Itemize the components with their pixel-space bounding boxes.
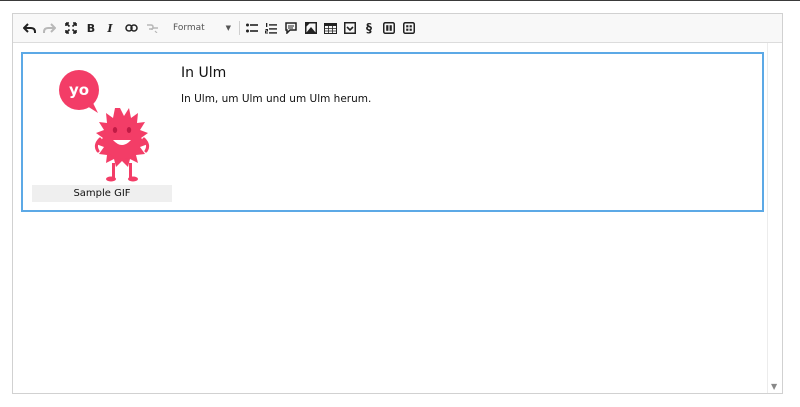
section-sign-button[interactable]: § <box>362 19 376 37</box>
italic-button[interactable]: I <box>103 19 117 37</box>
scroll-down-arrow-icon[interactable]: ▼ <box>771 382 777 391</box>
numbered-list-button[interactable] <box>263 19 279 37</box>
bubble-text: yo <box>69 81 89 99</box>
table-icon <box>323 22 337 34</box>
maximize-icon <box>65 22 77 34</box>
widget-grid-button[interactable] <box>381 19 397 37</box>
rich-text-editor: B I Format ▼ § yo Sample GIF In Ulm In U… <box>12 13 783 394</box>
chevron-down-icon: ▼ <box>225 24 231 32</box>
widget-grid-2-icon <box>403 22 415 34</box>
editor-content-area[interactable]: yo Sample GIF In Ulm In Ulm, um Ulm und … <box>13 43 768 393</box>
unlink-icon <box>146 24 158 33</box>
undo-button[interactable] <box>21 19 37 37</box>
comment-icon <box>285 22 297 34</box>
widget-grid-2-button[interactable] <box>401 19 417 37</box>
unlink-button[interactable] <box>144 19 160 37</box>
window-top-edge <box>0 0 800 1</box>
format-dropdown[interactable]: Format ▼ <box>163 19 235 37</box>
numbered-list-icon <box>265 22 277 34</box>
image-button[interactable] <box>303 19 319 37</box>
bulleted-list-icon <box>246 23 258 33</box>
comment-button[interactable] <box>283 19 299 37</box>
selected-widget[interactable]: yo Sample GIF In Ulm In Ulm, um Ulm und … <box>21 52 764 212</box>
link-button[interactable] <box>123 19 139 37</box>
toolbar-separator <box>239 21 240 35</box>
format-label: Format <box>173 23 205 33</box>
undo-icon <box>22 22 36 33</box>
bold-button[interactable]: B <box>84 19 98 37</box>
content-heading[interactable]: In Ulm <box>181 65 226 81</box>
link-icon <box>124 24 138 32</box>
checkbox-icon <box>344 22 356 34</box>
widget-grid-icon <box>383 22 395 34</box>
image-figure[interactable]: yo Sample GIF <box>32 61 172 206</box>
monster-image: yo <box>59 70 150 182</box>
redo-icon <box>42 22 56 33</box>
image-icon <box>305 22 317 34</box>
editor-toolbar: B I Format ▼ § <box>13 14 782 43</box>
redo-button[interactable] <box>41 19 57 37</box>
image-caption[interactable]: Sample GIF <box>32 185 172 202</box>
vertical-scrollbar[interactable]: ▼ <box>767 43 782 393</box>
maximize-button[interactable] <box>63 19 79 37</box>
table-button[interactable] <box>322 19 338 37</box>
content-paragraph[interactable]: In Ulm, um Ulm und um Ulm herum. <box>181 93 371 105</box>
checkbox-button[interactable] <box>342 19 358 37</box>
bulleted-list-button[interactable] <box>244 19 260 37</box>
